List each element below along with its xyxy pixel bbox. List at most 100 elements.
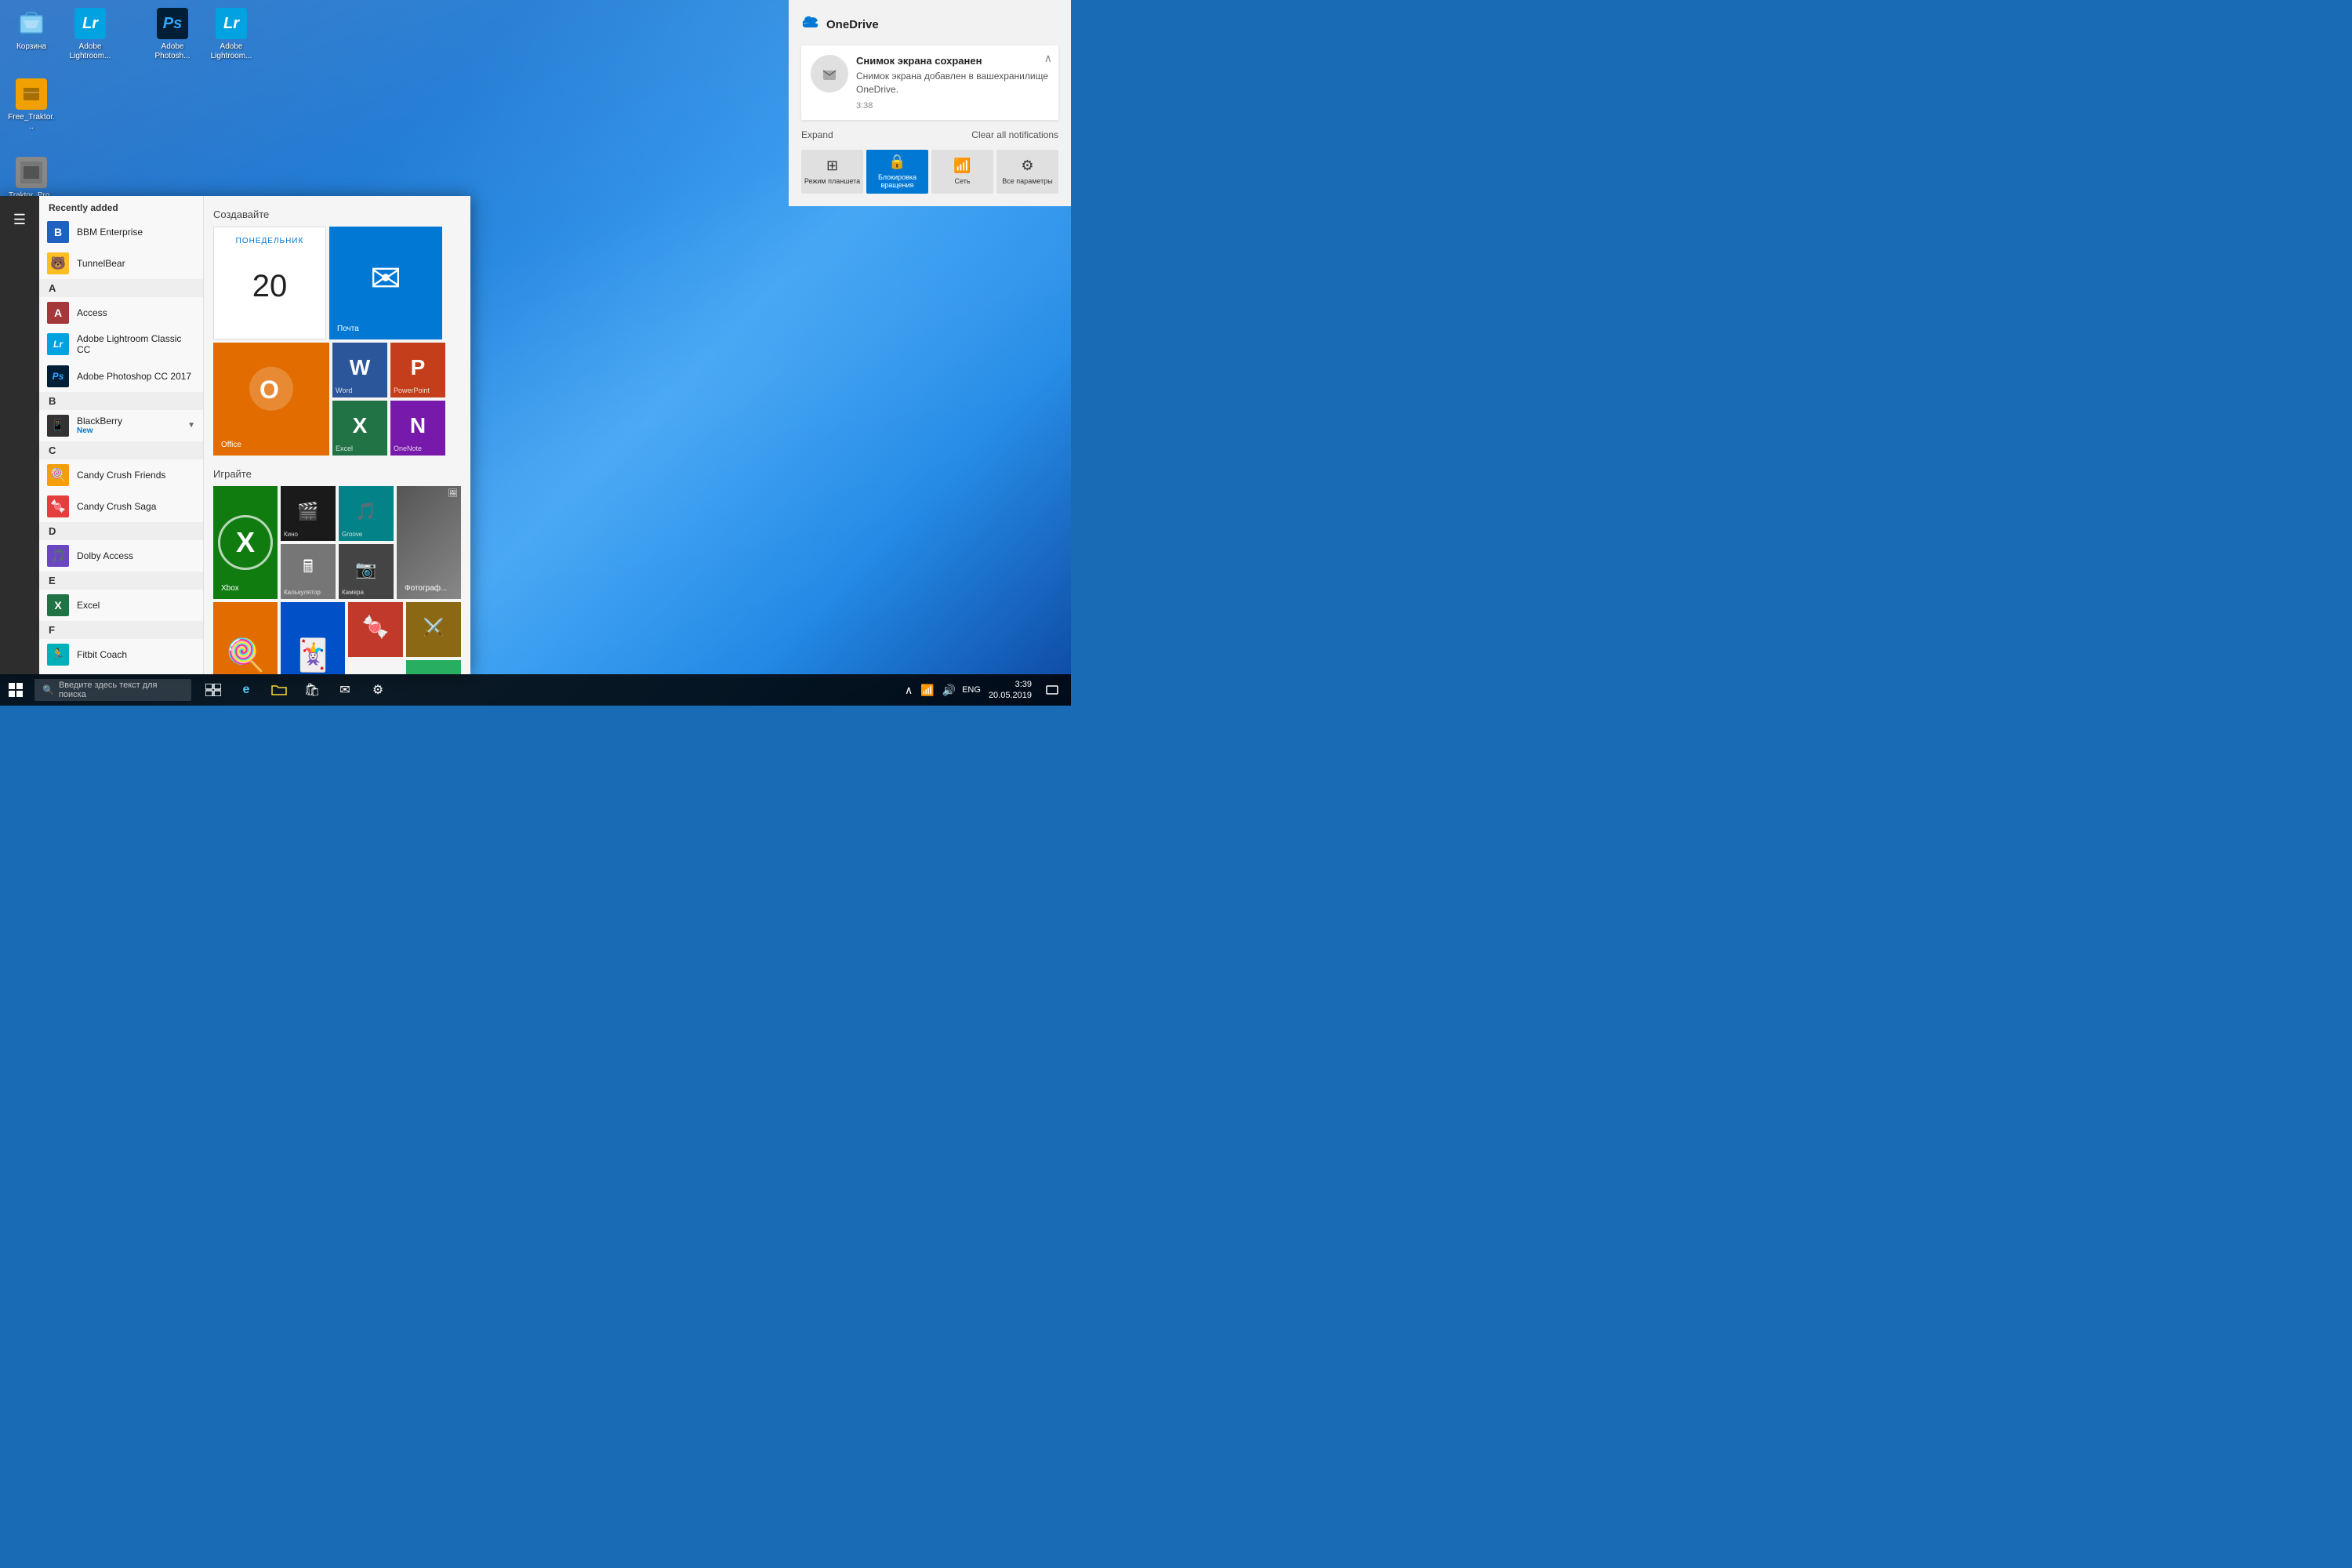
calendar-day-name: понедельник xyxy=(214,237,325,245)
tile-solitaire[interactable]: 🃏 Microsoft Solitaire Collection xyxy=(281,602,345,674)
tunnelbear-icon: 🐻 xyxy=(47,252,69,274)
notification-panel: OneDrive ∧ Снимок экрана сохранен Снимок… xyxy=(789,0,1071,206)
dolby-icon: 🎵 xyxy=(47,545,69,567)
app-candy-saga[interactable]: 🍬 Candy Crush Saga xyxy=(39,491,203,522)
taskbar-app-icons: e 🛍 ✉ ⚙ xyxy=(198,674,394,706)
quick-action-tablet[interactable]: ⊞ Режим планшета xyxy=(801,150,863,194)
taskbar-explorer[interactable] xyxy=(263,674,295,706)
taskbar-store-t[interactable]: 🛍 xyxy=(296,674,328,706)
tiles-area: Создавайте понедельник 20 ✉ Почта O xyxy=(204,196,470,674)
tablet-icon: ⊞ xyxy=(826,158,838,174)
desktop-icon-lightroom1[interactable]: Lr AdobeLightroom... xyxy=(67,8,114,61)
app-dolby[interactable]: 🎵 Dolby Access xyxy=(39,540,203,572)
hamburger-menu-icon[interactable]: ☰ xyxy=(4,204,35,235)
notif-body: Снимок экрана сохранен Снимок экрана доб… xyxy=(811,55,1049,111)
app-photoshop[interactable]: Ps Adobe Photoshop CC 2017 xyxy=(39,361,203,392)
app-list: Recently added B BBM Enterprise 🐻 Tunnel… xyxy=(39,196,204,674)
taskbar-mail[interactable]: ✉ xyxy=(329,674,361,706)
recently-added-header: Recently added xyxy=(39,196,203,216)
desktop-icon-lightroom2[interactable]: Lr AdobeLightroom... xyxy=(208,8,255,61)
app-lightroom[interactable]: Lr Adobe Lightroom Classic CC xyxy=(39,328,203,361)
quick-action-network[interactable]: 📶 Сеть xyxy=(931,150,993,194)
tile-camera[interactable]: 📷 Камера xyxy=(339,544,394,599)
blackberry-arrow: ▼ xyxy=(187,421,195,430)
start-left-sidebar: ☰ xyxy=(0,196,39,674)
blackberry-icon: 📱 xyxy=(47,415,69,437)
notif-header: OneDrive xyxy=(801,13,1058,36)
tile-onenote[interactable]: N OneNote xyxy=(390,401,445,456)
tray-arrow[interactable]: ∧ xyxy=(903,682,914,699)
alpha-a: A xyxy=(39,279,203,297)
bbm-icon: B xyxy=(47,221,69,243)
office-apps-grid: W Word P PowerPoint X Excel N OneNote xyxy=(332,343,445,456)
action-center-button[interactable] xyxy=(1040,674,1065,706)
search-box[interactable]: 🔍 Введите здесь текст для поиска xyxy=(34,679,191,701)
taskbar-settings[interactable]: ⚙ xyxy=(362,674,394,706)
start-button[interactable] xyxy=(0,674,31,706)
clear-button[interactable]: Clear all notifications xyxy=(971,129,1058,140)
tile-excel-t[interactable]: X Excel xyxy=(332,401,387,456)
tile-xbox-label: Xbox xyxy=(216,581,244,596)
taskbar-clock[interactable]: 3:39 20.05.2019 xyxy=(984,679,1036,702)
app-blackberry[interactable]: 📱 BlackBerry New ▼ xyxy=(39,410,203,441)
media-grid: 🎬 Кино 🎵 Groove 🖩 Калькулятор 📷 Камера xyxy=(281,486,394,599)
notif-body-icon xyxy=(811,55,848,93)
desktop-icon-photoshop[interactable]: Ps AdobePhotosh... xyxy=(149,8,196,61)
taskbar-edge[interactable]: e xyxy=(230,674,262,706)
tile-gardenscapes[interactable]: 🌿 xyxy=(406,660,461,674)
alpha-c: C xyxy=(39,441,203,459)
candy-friends-label: Candy Crush Friends xyxy=(77,470,165,481)
rotation-label: Блокировка вращения xyxy=(866,173,928,189)
fitbit-label: Fitbit Coach xyxy=(77,649,127,660)
quick-action-rotation[interactable]: 🔒 Блокировка вращения xyxy=(866,150,928,194)
start-menu: ☰ Recently added B BBM Enterprise 🐻 Tunn… xyxy=(0,196,470,674)
desktop-icon-traktor1[interactable]: Free_Traktor... xyxy=(8,78,55,132)
app-tunnelbear[interactable]: 🐻 TunnelBear xyxy=(39,248,203,279)
app-bbm[interactable]: B BBM Enterprise xyxy=(39,216,203,248)
app-candy-friends[interactable]: 🍭 Candy Crush Friends xyxy=(39,459,203,491)
tile-office[interactable]: O Office xyxy=(213,343,329,456)
search-icon: 🔍 xyxy=(42,684,54,695)
tile-xbox[interactable]: X Xbox xyxy=(213,486,278,599)
notif-title: Снимок экрана сохранен xyxy=(856,55,1049,67)
tile-film[interactable]: 🎬 Кино xyxy=(281,486,336,541)
tile-mail[interactable]: ✉ Почта xyxy=(329,227,442,339)
alpha-b: B xyxy=(39,392,203,410)
tile-groove[interactable]: 🎵 Groove xyxy=(339,486,394,541)
tile-age[interactable]: ⚔️ xyxy=(406,602,461,657)
alpha-f: F xyxy=(39,621,203,639)
tablet-label: Режим планшета xyxy=(804,177,860,185)
quick-action-settings[interactable]: ⚙ Все параметры xyxy=(996,150,1058,194)
tile-calendar[interactable]: понедельник 20 xyxy=(213,227,326,339)
desktop-icon-recycle[interactable]: Корзина xyxy=(8,8,55,61)
settings-label: Все параметры xyxy=(1002,177,1052,185)
rotation-icon: 🔒 xyxy=(888,154,906,170)
tile-calc[interactable]: 🖩 Калькулятор xyxy=(281,544,336,599)
app-access[interactable]: A Access xyxy=(39,297,203,328)
notif-card: ∧ Снимок экрана сохранен Снимок экрана д… xyxy=(801,45,1058,120)
play-row1: X Xbox 🎬 Кино 🎵 Groove xyxy=(213,486,461,599)
app-excel[interactable]: X Excel xyxy=(39,590,203,621)
tile-ppt[interactable]: P PowerPoint xyxy=(390,343,445,397)
notif-footer: Expand Clear all notifications xyxy=(801,129,1058,140)
taskbar-task-view[interactable] xyxy=(198,674,229,706)
tile-candy-saga-t[interactable]: 🍬 xyxy=(348,602,403,657)
quick-actions: ⊞ Режим планшета 🔒 Блокировка вращения 📶… xyxy=(801,150,1058,194)
expand-button[interactable]: Expand xyxy=(801,129,833,140)
tile-word[interactable]: W Word xyxy=(332,343,387,397)
tray-network[interactable]: 📶 xyxy=(919,682,935,699)
tunnelbear-label: TunnelBear xyxy=(77,258,125,269)
tile-photos[interactable]: 🖼 Фотограф... xyxy=(397,486,461,599)
desktop-icons-row2: Free_Traktor... xyxy=(8,78,55,132)
tile-candy-friends[interactable]: 🍭 Candy xyxy=(213,602,278,674)
app-fitbit[interactable]: 🏃 Fitbit Coach xyxy=(39,639,203,670)
create-tiles-grid: понедельник 20 ✉ Почта O Office xyxy=(213,227,461,456)
calendar-day-num: 20 xyxy=(252,269,288,304)
excel-label: Excel xyxy=(77,600,100,611)
alpha-d: D xyxy=(39,522,203,540)
access-icon: A xyxy=(47,302,69,324)
notif-close-button[interactable]: ∧ xyxy=(1044,52,1052,65)
lightroom-label: Adobe Lightroom Classic CC xyxy=(77,333,195,356)
tray-volume[interactable]: 🔊 xyxy=(941,682,957,699)
create-section-title: Создавайте xyxy=(213,209,461,220)
